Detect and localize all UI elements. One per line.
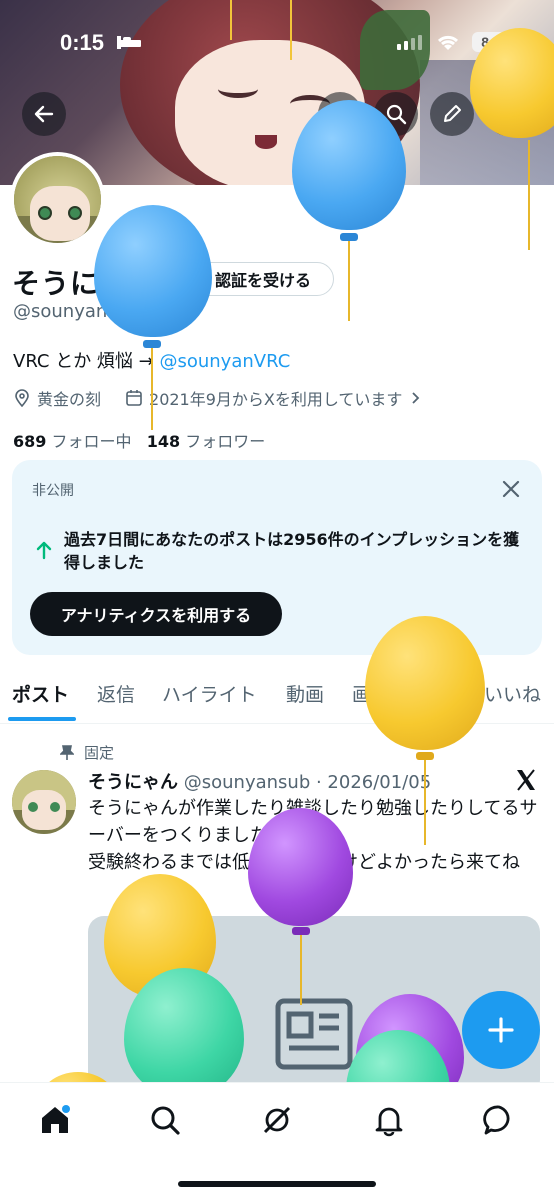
status-bar: 0:15 84	[0, 0, 554, 80]
cellular-signal-icon	[397, 35, 422, 50]
home-indicator	[178, 1181, 376, 1187]
followers-label: フォロワー	[185, 432, 266, 451]
sleep-icon	[117, 36, 141, 49]
balloon-purple	[248, 808, 353, 926]
avatar-eye	[50, 802, 60, 812]
avatar-eye	[38, 206, 52, 220]
balloon-knot	[292, 927, 310, 935]
edit-icon	[444, 105, 461, 122]
follow-stats: 689 フォロー中 148 フォロワー	[13, 428, 265, 452]
tab-videos[interactable]: 動画	[286, 680, 324, 707]
location-icon	[15, 389, 29, 407]
wifi-icon	[437, 35, 459, 50]
x-logo-icon	[517, 769, 535, 791]
bio-link[interactable]: @sounyanVRC	[159, 351, 290, 372]
following-count: 689	[13, 432, 47, 451]
followers-link[interactable]: 148 フォロワー	[147, 432, 266, 451]
balloon-string	[348, 241, 350, 321]
tab-replies[interactable]: 返信	[97, 680, 135, 707]
plus-icon	[488, 1017, 514, 1043]
trending-up-icon	[36, 541, 52, 560]
tab-highlights[interactable]: ハイライト	[162, 680, 257, 707]
close-icon[interactable]	[500, 478, 522, 500]
avatar-eye	[28, 802, 38, 812]
impressions-message: 過去7日間にあなたのポストは2956件のインプレッションを獲得しました	[64, 530, 520, 572]
pin-icon	[60, 744, 74, 760]
pinned-indicator: 固定	[60, 742, 114, 763]
balloon-knot	[143, 340, 161, 348]
calendar-icon	[126, 390, 142, 406]
compose-post-button[interactable]	[462, 991, 540, 1069]
following-label: フォロー中	[51, 432, 132, 451]
private-analytics-card: 非公開 過去7日間にあなたのポストは2956件のインプレッションを獲得しました …	[12, 460, 542, 655]
balloon-green	[124, 968, 244, 1098]
article-icon	[275, 998, 353, 1070]
balloon-yellow	[365, 616, 485, 750]
balloon-knot	[340, 233, 358, 241]
status-time: 0:15	[60, 30, 105, 55]
balloon-string	[151, 348, 153, 430]
profile-location: 黄金の刻	[37, 390, 102, 409]
home-icon[interactable]	[38, 1103, 72, 1137]
balloon-string	[528, 140, 530, 250]
balloon-string	[290, 0, 292, 60]
get-verified-label: 認証を受ける	[215, 271, 312, 290]
grok-icon[interactable]	[260, 1103, 294, 1137]
use-analytics-button[interactable]: アナリティクスを利用する	[30, 592, 282, 636]
balloon-blue	[94, 205, 212, 337]
avatar[interactable]	[10, 152, 105, 247]
notifications-icon[interactable]	[372, 1103, 406, 1137]
balloon-blue	[292, 100, 406, 230]
balloon-string	[230, 0, 232, 40]
banner-eye	[218, 80, 258, 98]
banner-mouth	[255, 135, 277, 149]
tab-posts[interactable]: ポスト	[12, 680, 69, 707]
balloon-string	[424, 760, 426, 845]
active-tab-indicator	[8, 717, 76, 721]
back-arrow-icon	[34, 105, 54, 123]
bio-text: VRC とか 煩悩 →	[13, 351, 160, 372]
card-title: 非公開	[32, 483, 74, 499]
chevron-right-icon[interactable]	[408, 391, 422, 405]
back-button[interactable]	[22, 92, 66, 136]
pinned-label: 固定	[84, 744, 115, 762]
profile-joined: 2021年9月からXを利用しています	[149, 390, 403, 409]
profile-meta: 黄金の刻 2021年9月からXを利用しています	[13, 386, 422, 410]
followers-count: 148	[146, 432, 181, 451]
post-handle-date: @sounyansub · 2026/01/05	[183, 772, 432, 793]
tab-likes[interactable]: いいね	[484, 680, 541, 707]
following-link[interactable]: 689 フォロー中	[13, 432, 132, 451]
messages-icon[interactable]	[482, 1103, 516, 1137]
balloon-string	[300, 935, 302, 1005]
balloon-knot	[416, 752, 434, 760]
search-icon[interactable]	[148, 1103, 182, 1137]
post-author[interactable]: そうにゃん	[88, 772, 178, 793]
post-header: そうにゃん @sounyansub · 2026/01/05	[88, 768, 431, 794]
avatar-eye	[68, 206, 82, 220]
post-avatar[interactable]	[12, 770, 76, 834]
edit-button[interactable]	[430, 92, 474, 136]
